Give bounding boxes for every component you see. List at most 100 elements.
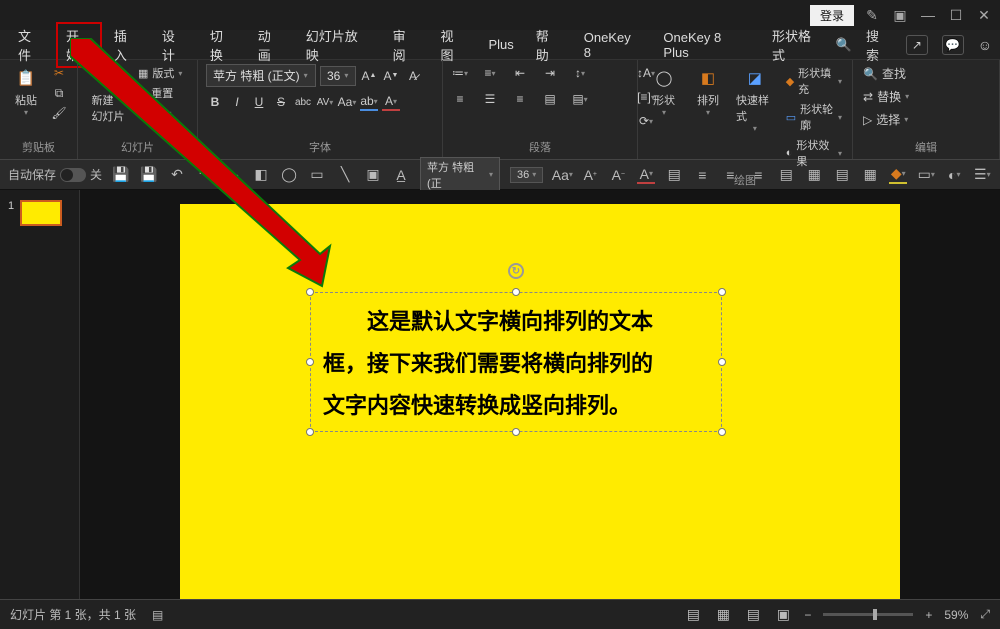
share-icon[interactable]: ↗ xyxy=(906,35,928,55)
copy-icon[interactable]: ⧉ xyxy=(50,84,68,102)
font-color-button[interactable]: A▾ xyxy=(382,93,400,111)
qat-align2[interactable]: ▤ xyxy=(833,166,851,184)
maximize-icon[interactable]: ☐ xyxy=(946,5,966,25)
zoom-in-icon[interactable]: + xyxy=(925,608,932,622)
zoom-out-icon[interactable]: − xyxy=(804,608,811,622)
replace-button[interactable]: ⇄替换▾ xyxy=(861,87,911,106)
distribute-icon[interactable]: ▤▾ xyxy=(571,90,589,108)
arrange-button[interactable]: ◧ 排列▾ xyxy=(690,64,726,119)
qat-outline[interactable]: ▭▾ xyxy=(917,166,935,184)
layout-button[interactable]: ▦版式▾ xyxy=(136,64,184,82)
align-left-icon[interactable]: ≡ xyxy=(451,90,469,108)
new-slide-button[interactable]: ▭ 新建 幻灯片 xyxy=(86,64,130,126)
qat-fontcolor[interactable]: A▾ xyxy=(637,166,655,184)
view-slideshow-icon[interactable]: ▣ xyxy=(774,606,792,624)
indent-inc-icon[interactable]: ⇥ xyxy=(541,64,559,82)
changecase-button[interactable]: Aa▾ xyxy=(338,93,356,111)
arrange-icon-qat[interactable]: ◧ xyxy=(252,166,270,184)
save-icon[interactable]: 💾 xyxy=(112,166,130,184)
selected-textbox[interactable]: ↻ 这是默认文字横向排列的文本 框，接下来我们需要将横向排列的 文字内容快速转换… xyxy=(310,292,722,432)
qat-decfont[interactable]: A− xyxy=(609,166,627,184)
handle-s[interactable] xyxy=(512,428,520,436)
canvas-zone[interactable]: ↻ 这是默认文字横向排列的文本 框，接下来我们需要将横向排列的 文字内容快速转换… xyxy=(80,190,1000,599)
clear-format-icon[interactable]: A̷ xyxy=(404,67,422,85)
smiley-icon[interactable]: ☺ xyxy=(978,37,992,53)
find-button[interactable]: 🔍查找 xyxy=(861,64,911,83)
section-button[interactable]: ▤节▾ xyxy=(136,104,184,122)
close-icon[interactable]: ✕ xyxy=(974,5,994,25)
qat-size-combo[interactable]: 36▾ xyxy=(510,167,543,183)
tab-onekey8[interactable]: OneKey 8 xyxy=(574,26,652,64)
qat-justify[interactable]: ▤ xyxy=(777,166,795,184)
shadow-button[interactable]: abc xyxy=(294,93,312,111)
spacing-button[interactable]: AV▾ xyxy=(316,93,334,111)
redo-icon[interactable]: ↷ xyxy=(196,166,214,184)
handle-se[interactable] xyxy=(718,428,726,436)
view-reading-icon[interactable]: ▤ xyxy=(744,606,762,624)
autosave-toggle[interactable]: 自动保存 关 xyxy=(8,166,102,183)
handle-n[interactable] xyxy=(512,288,520,296)
qat-align-c[interactable]: ≡ xyxy=(721,166,739,184)
paste-button[interactable]: 📋 粘贴 ▾ xyxy=(8,64,44,119)
undo-icon[interactable]: ↶ xyxy=(168,166,186,184)
quickstyle-button[interactable]: ◪ 快速样式▾ xyxy=(734,64,776,135)
qat-changecase[interactable]: Aa▾ xyxy=(553,166,571,184)
tab-onekey8plus[interactable]: OneKey 8 Plus xyxy=(653,26,760,64)
bold-button[interactable]: B xyxy=(206,93,224,111)
qat-dist[interactable]: ▦ xyxy=(805,166,823,184)
frame-icon-qat[interactable]: ▣ xyxy=(364,166,382,184)
save-icon-2[interactable]: 💾 xyxy=(140,166,158,184)
shape-icon-qat[interactable]: ◯ xyxy=(280,166,298,184)
ribbon-options-icon[interactable]: ▣ xyxy=(890,5,910,25)
comment-icon[interactable]: 💬 xyxy=(942,35,964,55)
qat-more[interactable]: ☰▾ xyxy=(973,166,991,184)
shapes-button[interactable]: ◯ 形状▾ xyxy=(646,64,682,119)
handle-ne[interactable] xyxy=(718,288,726,296)
qat-font-combo[interactable]: 苹方 特粗 (正▾ xyxy=(420,157,500,193)
handle-sw[interactable] xyxy=(306,428,314,436)
shape-fill-button[interactable]: ◆形状填充▾ xyxy=(784,64,844,98)
line-spacing-icon[interactable]: ↕▾ xyxy=(571,64,589,82)
notes-icon[interactable]: ▤ xyxy=(152,608,163,622)
fit-screen-icon[interactable]: ⤢ xyxy=(980,607,990,622)
align-center-icon[interactable]: ☰ xyxy=(481,90,499,108)
qat-fill[interactable]: ◆▾ xyxy=(889,166,907,184)
strike-button[interactable]: S xyxy=(272,93,290,111)
font-size-combo[interactable]: 36▾ xyxy=(320,66,356,86)
draw-tool-icon[interactable]: ✎ xyxy=(862,5,882,25)
italic-button[interactable]: I xyxy=(228,93,246,111)
search-label[interactable]: 搜索 xyxy=(866,26,892,64)
slide-canvas[interactable]: ↻ 这是默认文字横向排列的文本 框，接下来我们需要将横向排列的 文字内容快速转换… xyxy=(180,204,900,599)
handle-nw[interactable] xyxy=(306,288,314,296)
qat-incfont[interactable]: A+ xyxy=(581,166,599,184)
reset-button[interactable]: ↺重置 xyxy=(136,84,184,102)
rotate-handle-icon[interactable]: ↻ xyxy=(508,263,524,279)
shape-outline-button[interactable]: ▭形状轮廓▾ xyxy=(784,100,844,134)
view-normal-icon[interactable]: ▤ xyxy=(684,606,702,624)
slide-thumbnail[interactable]: 1 xyxy=(8,200,71,226)
cut-icon[interactable]: ✂ xyxy=(50,64,68,82)
line-icon-qat[interactable]: ╲ xyxy=(336,166,354,184)
handle-e[interactable] xyxy=(718,358,726,366)
qat-align-r[interactable]: ≡ xyxy=(749,166,767,184)
qat-align-l[interactable]: ≡ xyxy=(693,166,711,184)
justify-icon[interactable]: ▤ xyxy=(541,90,559,108)
rect-icon-qat[interactable]: ▭ xyxy=(308,166,326,184)
tab-plus[interactable]: Plus xyxy=(478,33,523,56)
qat-effect[interactable]: ◐▾ xyxy=(945,166,963,184)
bullets-icon[interactable]: ≔▾ xyxy=(451,64,469,82)
qat-align3[interactable]: ▦ xyxy=(861,166,879,184)
select-button[interactable]: ▷选择▾ xyxy=(861,110,911,129)
numbering-icon[interactable]: ≡▾ xyxy=(481,64,499,82)
align-right-icon[interactable]: ≡ xyxy=(511,90,529,108)
zoom-value[interactable]: 59% xyxy=(944,608,968,622)
handle-w[interactable] xyxy=(306,358,314,366)
underline-button[interactable]: U xyxy=(250,93,268,111)
font-name-combo[interactable]: 苹方 特粗 (正文)▾ xyxy=(206,64,316,87)
qat-align[interactable]: ▤ xyxy=(665,166,683,184)
indent-dec-icon[interactable]: ⇤ xyxy=(511,64,529,82)
minimize-icon[interactable]: — xyxy=(918,5,938,25)
format-painter-icon[interactable]: 🖌 xyxy=(50,104,68,122)
textbox-icon-qat[interactable]: A̲ xyxy=(392,166,410,184)
decrease-font-icon[interactable]: A▼ xyxy=(382,67,400,85)
